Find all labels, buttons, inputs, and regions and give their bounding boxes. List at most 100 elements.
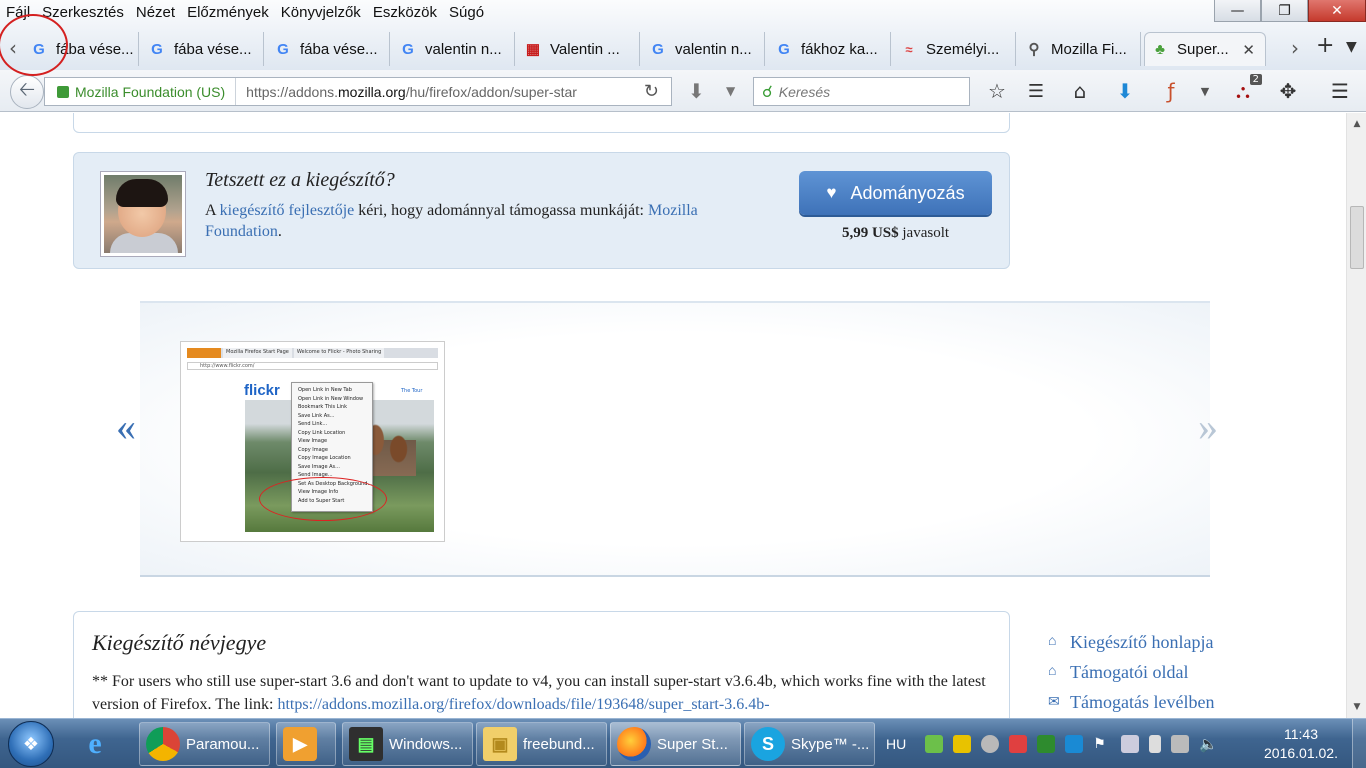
taskbar-chrome[interactable]: Paramou...: [139, 722, 270, 766]
flag-icon[interactable]: ⚑: [1093, 735, 1111, 753]
tab[interactable]: ≈ Személyi...: [894, 32, 1016, 66]
site-identity[interactable]: Mozilla Foundation (US): [75, 78, 237, 105]
folder-icon: ▣: [483, 727, 517, 761]
download-link[interactable]: https://addons.mozilla.org/firefox/downl…: [277, 696, 769, 713]
chart-icon: ≈: [905, 41, 913, 57]
scrollbar-thumb[interactable]: [1350, 206, 1364, 269]
app-tray-icon[interactable]: [1009, 735, 1028, 753]
donate-button-label: Adományozás: [850, 182, 965, 203]
menu-history[interactable]: Előzmények: [181, 0, 275, 24]
url-domain: mozilla.org: [338, 83, 406, 100]
bookmark-star-icon[interactable]: ☆: [984, 78, 1010, 104]
menu-tools[interactable]: Eszközök: [367, 0, 443, 24]
clock[interactable]: 11:43 2016.01.02.: [1256, 725, 1346, 763]
ublock-icon[interactable]: ⛬ 2: [1230, 74, 1262, 104]
developer-link[interactable]: kiegészítő fejlesztője: [220, 202, 355, 219]
donate-button[interactable]: ♥ Adományozás: [799, 171, 992, 215]
gallery-next-button[interactable]: »: [1198, 403, 1218, 450]
move-icon[interactable]: ✥: [1275, 78, 1301, 104]
keyboard-icon[interactable]: [1037, 735, 1056, 753]
tab[interactable]: ⚲ Mozilla Fi...: [1019, 32, 1141, 66]
google-icon: G: [778, 40, 790, 58]
support-site-link[interactable]: ⌂ Támogatói oldal: [1048, 657, 1214, 687]
search-field[interactable]: ☌ Keresés: [753, 77, 970, 106]
network-icon[interactable]: [1171, 735, 1190, 753]
tab[interactable]: G fába vése...: [268, 32, 390, 66]
search-placeholder: Keresés: [778, 83, 831, 100]
network-ball-icon[interactable]: [981, 735, 1000, 753]
language-indicator[interactable]: HU: [886, 736, 906, 752]
tab[interactable]: ▦ Valentin ...: [518, 32, 640, 66]
addon-icon[interactable]: ƒ: [1158, 78, 1184, 104]
tab-active[interactable]: ♣ Super... ✕: [1144, 32, 1266, 66]
menu-view[interactable]: Nézet: [130, 0, 181, 24]
ie-pinned[interactable]: e: [72, 722, 132, 766]
sidebar-links: ⌂ Kiegészítő honlapja ⌂ Támogatói oldal ✉ T…: [1048, 627, 1214, 717]
back-button[interactable]: 🡠: [10, 75, 44, 109]
taskbar-media[interactable]: ▶: [276, 722, 336, 766]
window-controls: — ❐ ✕: [1214, 0, 1366, 22]
reload-icon[interactable]: ↻: [644, 81, 659, 102]
minimize-button[interactable]: —: [1214, 0, 1261, 22]
home-icon[interactable]: ⌂: [1067, 78, 1093, 104]
vertical-scrollbar[interactable]: ▲ ▼: [1346, 113, 1366, 718]
screenshot-thumbnail[interactable]: Mozilla Firefox Start Page Welcome to Fli…: [180, 341, 445, 542]
url-suffix: /hu/firefox/addon/super-star: [405, 83, 577, 100]
gallery-prev-button[interactable]: «: [116, 403, 136, 450]
taskbar-skype[interactable]: S Skype™ -...: [744, 722, 875, 766]
close-window-button[interactable]: ✕: [1308, 0, 1366, 22]
tab[interactable]: G valentin n...: [643, 32, 765, 66]
battery-icon[interactable]: [1149, 735, 1162, 753]
about-title: Kiegészítő névjegye: [92, 630, 267, 655]
downloads-icon[interactable]: ⬇: [1112, 78, 1138, 104]
hamburger-menu-icon[interactable]: ☰: [1327, 78, 1353, 104]
homepage-link[interactable]: ⌂ Kiegészítő honlapja: [1048, 627, 1214, 657]
tab-label: fákhoz ka...: [801, 40, 878, 58]
chrome-icon: [146, 727, 180, 761]
menu-help[interactable]: Súgó: [443, 0, 490, 24]
tab-strip: ‹ G fába vése... G fába vése... G fába v…: [0, 30, 1366, 66]
maximize-button[interactable]: ❐: [1261, 0, 1308, 22]
addon-dropdown-icon[interactable]: ▼: [1192, 78, 1218, 104]
red-annotation-circle: [0, 14, 68, 76]
screen: Fájl Szerkesztés Nézet Előzmények Könyvj…: [0, 0, 1366, 768]
tab-scroll-right-icon[interactable]: ›: [1284, 34, 1306, 62]
security-icon[interactable]: [925, 735, 944, 753]
search-icon: ☌: [762, 83, 773, 101]
utility-icon[interactable]: [953, 735, 972, 753]
taskbar-firefox[interactable]: Super St...: [610, 722, 741, 766]
tab-label: fába vése...: [300, 40, 378, 58]
show-desktop-button[interactable]: [1352, 719, 1366, 768]
donation-text: A kiegészítő fejlesztője kéri, hogy adom…: [205, 202, 698, 240]
support-email-link[interactable]: ✉ Támogatás levélben: [1048, 687, 1214, 717]
url-bar[interactable]: Mozilla Foundation (US) https://addons.m…: [44, 77, 672, 106]
menu-bookmarks[interactable]: Könyvjelzők: [275, 0, 367, 24]
scroll-down-icon[interactable]: ▼: [1347, 698, 1366, 716]
close-tab-icon[interactable]: ✕: [1242, 41, 1255, 59]
start-button[interactable]: ❖: [8, 721, 54, 767]
download-arrow-icon[interactable]: ⬇: [688, 78, 705, 104]
reading-list-icon[interactable]: ☰: [1023, 78, 1049, 104]
screenshot-gallery: « » Mozilla Firefox Start Page Welcome to…: [116, 301, 1218, 577]
scroll-up-icon[interactable]: ▲: [1347, 115, 1366, 133]
history-dropdown-icon[interactable]: ▼: [726, 78, 735, 104]
clock-date: 2016.01.02.: [1264, 745, 1338, 761]
tab[interactable]: G fákhoz ka...: [769, 32, 891, 66]
taskbar-windows[interactable]: ▤ Windows...: [342, 722, 473, 766]
tab-label: valentin n...: [425, 40, 502, 58]
gift-icon: ▦: [525, 41, 541, 58]
new-tab-icon[interactable]: +: [1316, 33, 1334, 58]
taskbar-folder[interactable]: ▣ freebund...: [476, 722, 607, 766]
home-icon: ⌂: [1048, 664, 1057, 679]
tab[interactable]: G valentin n...: [393, 32, 515, 66]
tray-e-icon[interactable]: [1065, 735, 1084, 753]
url-text[interactable]: https://addons.mozilla.org/hu/firefox/ad…: [236, 84, 606, 100]
windows-taskbar: ❖ e Paramou... ▶ ▤ Windows... ▣ freebund…: [0, 718, 1366, 768]
display-icon[interactable]: [1121, 735, 1140, 753]
tab-label: valentin n...: [675, 40, 752, 58]
volume-icon[interactable]: 🔈: [1199, 735, 1218, 753]
skype-icon: S: [751, 727, 785, 761]
tab[interactable]: G fába vése...: [142, 32, 264, 66]
tab-list-icon[interactable]: ▼: [1346, 39, 1357, 55]
google-icon: G: [151, 40, 163, 58]
